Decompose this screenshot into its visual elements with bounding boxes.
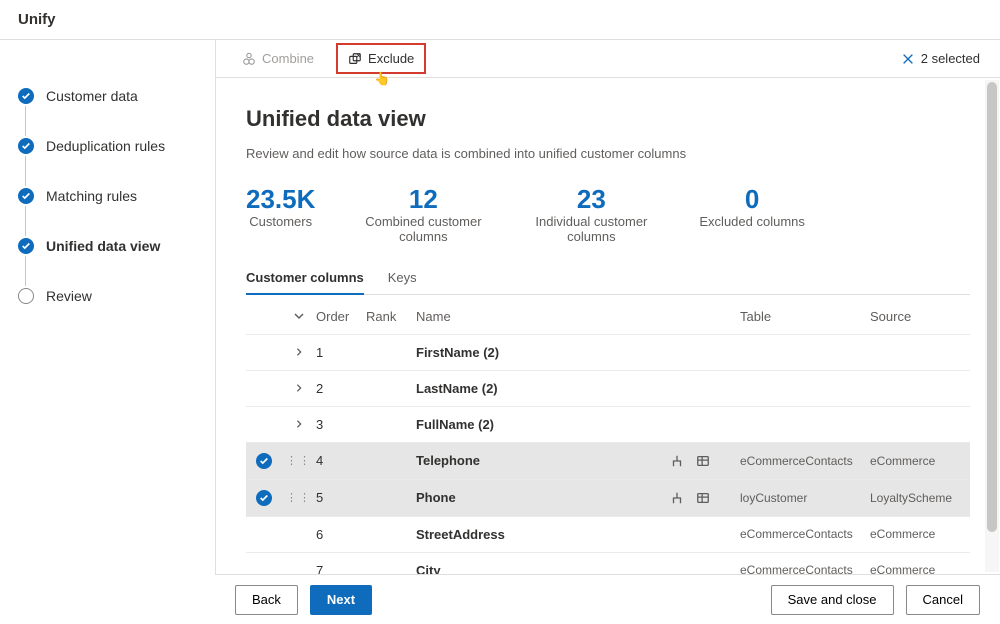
main-panel: Combine Exclude 👆 2 selected Unified dat… <box>215 40 1000 624</box>
table-row[interactable]: ⋮⋮4TelephoneeCommerceContactseCommerce <box>246 443 970 480</box>
exclude-button[interactable]: Exclude 👆 <box>336 43 426 74</box>
step-deduplication[interactable]: Deduplication rules <box>18 138 215 154</box>
content-area: Unified data view Review and edit how so… <box>216 78 1000 624</box>
combine-icon <box>242 52 256 66</box>
cancel-button[interactable]: Cancel <box>906 585 980 615</box>
check-icon <box>18 238 34 254</box>
table-row[interactable]: 2LastName (2) <box>246 371 970 407</box>
step-unified-view[interactable]: Unified data view <box>18 238 215 254</box>
step-matching[interactable]: Matching rules <box>18 188 215 204</box>
tabs: Customer columns Keys <box>246 262 970 295</box>
check-icon <box>18 138 34 154</box>
step-label: Customer data <box>46 88 138 104</box>
tab-keys[interactable]: Keys <box>388 262 417 294</box>
next-button[interactable]: Next <box>310 585 372 615</box>
exclude-icon <box>348 52 362 66</box>
scrollbar[interactable] <box>985 80 999 572</box>
step-label: Review <box>46 288 92 304</box>
close-icon <box>901 52 915 66</box>
step-label: Deduplication rules <box>46 138 165 154</box>
step-label: Matching rules <box>46 188 137 204</box>
step-customer-data[interactable]: Customer data <box>18 88 215 104</box>
stat-excluded: 0Excluded columns <box>699 185 805 244</box>
grip-icon[interactable]: ⋮⋮ <box>286 491 312 504</box>
combine-button[interactable]: Combine <box>236 47 320 70</box>
footer: Back Next Save and close Cancel <box>215 574 1000 624</box>
table-row[interactable]: 3FullName (2) <box>246 407 970 443</box>
chevron-right-icon[interactable] <box>294 345 304 360</box>
save-close-button[interactable]: Save and close <box>771 585 894 615</box>
back-button[interactable]: Back <box>235 585 298 615</box>
check-icon <box>18 88 34 104</box>
chevron-down-icon[interactable] <box>293 310 305 322</box>
tab-customer-columns[interactable]: Customer columns <box>246 262 364 295</box>
page-title: Unified data view <box>246 106 970 132</box>
stat-customers: 23.5KCustomers <box>246 185 315 244</box>
table-row[interactable]: ⋮⋮5PhoneloyCustomerLoyaltyScheme <box>246 480 970 517</box>
chevron-right-icon[interactable] <box>294 417 304 432</box>
stats-row: 23.5KCustomers 12Combined customer colum… <box>246 185 970 244</box>
check-icon <box>18 188 34 204</box>
stat-combined: 12Combined customer columns <box>363 185 483 244</box>
page-header: Unify <box>0 0 1000 40</box>
chevron-right-icon[interactable] <box>294 381 304 396</box>
step-label: Unified data view <box>46 238 160 254</box>
page-subtitle: Review and edit how source data is combi… <box>246 146 970 161</box>
selection-count[interactable]: 2 selected <box>901 51 980 66</box>
table-header: Order Rank Name Table Source <box>246 299 970 335</box>
table-row[interactable]: 6StreetAddresseCommerceContactseCommerce <box>246 517 970 553</box>
step-review[interactable]: Review <box>18 288 215 304</box>
table-row[interactable]: 1FirstName (2) <box>246 335 970 371</box>
grip-icon[interactable]: ⋮⋮ <box>286 454 312 467</box>
app-title: Unify <box>18 11 56 28</box>
toolbar: Combine Exclude 👆 2 selected <box>216 40 1000 78</box>
wizard-steps: Customer data Deduplication rules Matchi… <box>0 40 215 624</box>
circle-icon <box>18 288 34 304</box>
stat-individual: 23Individual customer columns <box>531 185 651 244</box>
